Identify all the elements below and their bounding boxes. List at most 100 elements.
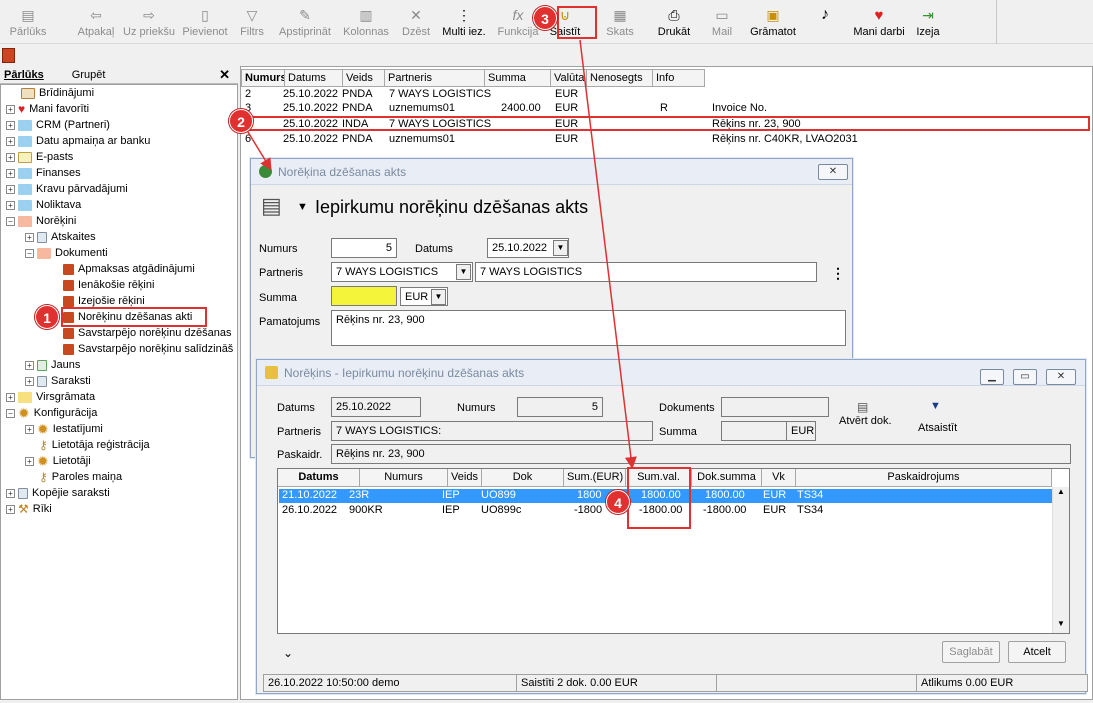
pamatojums-field[interactable]: Rēķins nr. 23, 900 xyxy=(331,310,846,346)
save-button[interactable]: Saglabāt xyxy=(942,641,1000,663)
expand-icon[interactable]: + xyxy=(25,424,34,434)
tree-item[interactable]: + Finanses xyxy=(6,165,81,181)
expand-icon[interactable]: + xyxy=(6,504,15,514)
expand-icon[interactable]: + xyxy=(25,232,34,242)
delete-button[interactable]: ✕ Dzēst xyxy=(394,0,438,44)
date-dropdown-icon[interactable]: ▼ xyxy=(553,240,568,256)
tree-item[interactable]: + ⚒ Rīki xyxy=(6,501,52,517)
col-datums[interactable]: Datums xyxy=(285,69,343,87)
chevron-down-icon[interactable]: ▼ xyxy=(297,201,308,213)
partneris-name-field[interactable]: 7 WAYS LOGISTICS xyxy=(475,262,817,282)
expand-icon[interactable]: + xyxy=(6,200,15,210)
tree-item[interactable]: Savstarpējo norēķinu dzēšanas xyxy=(63,325,231,341)
mail-button[interactable]: ▭ Mail xyxy=(702,0,742,44)
double-chevron-down-icon[interactable]: ⌄ xyxy=(283,646,293,660)
cancel-button[interactable]: Atcelt xyxy=(1008,641,1066,663)
collapse-icon[interactable]: − xyxy=(25,248,34,258)
tab-group[interactable]: Grupēt xyxy=(68,69,110,81)
vertical-scrollbar[interactable]: ▲ ▼ xyxy=(1052,487,1069,633)
maximize-button[interactable]: ▭ xyxy=(1013,369,1037,385)
summa-field[interactable] xyxy=(331,286,397,306)
col-sum-eur[interactable]: Sum.(EUR) xyxy=(564,469,626,487)
tree-item[interactable]: ⚷ Lietotāja reģistrācija xyxy=(39,437,150,453)
notifications-button[interactable]: ♪ xyxy=(804,0,846,44)
tree-item[interactable]: Brīdinājumi xyxy=(21,85,94,101)
expand-icon[interactable]: + xyxy=(25,456,34,466)
tree-item[interactable]: Apmaksas atgādinājumi xyxy=(63,261,195,277)
expand-icon[interactable]: + xyxy=(6,392,15,402)
currency-dropdown-icon[interactable]: ▼ xyxy=(431,289,446,305)
col-paskaidrojums[interactable]: Paskaidrojums xyxy=(796,469,1052,487)
tree-item[interactable]: Savstarpējo norēķinu salīdzināš xyxy=(63,341,233,357)
close-button[interactable]: ✕ xyxy=(1046,369,1076,385)
col-veids[interactable]: Veids xyxy=(448,469,482,487)
expand-icon[interactable]: + xyxy=(6,184,15,194)
col-numurs[interactable]: Numurs xyxy=(241,69,285,87)
expand-icon[interactable]: + xyxy=(6,488,15,498)
col-vk[interactable]: Vk xyxy=(762,469,796,487)
tree-item[interactable]: + E-pasts xyxy=(6,149,73,165)
expand-icon[interactable]: + xyxy=(6,136,15,146)
expand-icon[interactable]: + xyxy=(6,120,15,130)
tree-item[interactable]: + Atskaites xyxy=(25,229,96,245)
back-button[interactable]: ⇦ Atpakaļ xyxy=(72,0,120,44)
close-icon[interactable]: ✕ xyxy=(215,67,234,83)
scroll-up-icon[interactable]: ▲ xyxy=(1053,487,1069,501)
expand-icon[interactable]: + xyxy=(6,152,15,162)
tree-item[interactable]: − ✹ Konfigurācija xyxy=(6,405,97,421)
col-summa[interactable]: Summa xyxy=(485,69,551,87)
partneris-code-field[interactable]: 7 WAYS LOGISTICS xyxy=(331,262,473,282)
collapse-icon[interactable]: − xyxy=(6,408,15,418)
view-button[interactable]: ▦ Skats xyxy=(594,0,646,44)
tree-item-selected[interactable]: Norēķinu dzēšanas akti xyxy=(61,307,207,327)
unlink-button[interactable]: Atsaistīt xyxy=(918,422,957,434)
open-doc-button[interactable]: Atvērt dok. xyxy=(839,415,892,427)
table-row[interactable]: 2 25.10.2022 PNDA 7 WAYS LOGISTICS EUR xyxy=(245,88,1085,103)
col-partneris[interactable]: Partneris xyxy=(385,69,485,87)
tree-item[interactable]: + Saraksti xyxy=(25,373,91,389)
scroll-down-icon[interactable]: ▼ xyxy=(1053,619,1069,633)
tree-item[interactable]: + Datu apmaiņa ar banku xyxy=(6,133,150,149)
more-vertical-icon[interactable]: ⋮ xyxy=(831,265,845,282)
col-datums[interactable]: Datums xyxy=(278,469,360,487)
col-valuta[interactable]: Valūta xyxy=(551,69,587,87)
col-dok-summa[interactable]: Dok.summa xyxy=(692,469,762,487)
collapse-icon[interactable]: − xyxy=(6,216,15,226)
expand-icon[interactable]: + xyxy=(6,168,15,178)
tree-item[interactable]: + ✹ Lietotāji xyxy=(25,453,91,469)
forward-button[interactable]: ⇨ Uz priekšu xyxy=(120,0,178,44)
approve-button[interactable]: ✎ Apstiprināt xyxy=(272,0,338,44)
expand-icon[interactable]: + xyxy=(25,376,34,386)
exit-button[interactable]: ⇥ Izeja xyxy=(912,0,944,44)
col-dok[interactable]: Dok xyxy=(482,469,564,487)
tree-item[interactable]: − Dokumenti xyxy=(25,245,108,261)
tree-item[interactable]: + Jauns xyxy=(25,357,80,373)
expand-icon[interactable]: + xyxy=(6,104,15,114)
tree-item[interactable]: + ✹ Iestatījumi xyxy=(25,421,103,437)
tree-item[interactable]: + Kopējie saraksti xyxy=(6,485,110,501)
tree-item[interactable]: + Noliktava xyxy=(6,197,81,213)
add-button[interactable]: ▯ Pievienot xyxy=(178,0,232,44)
expand-icon[interactable]: + xyxy=(25,360,34,370)
my-tasks-button[interactable]: ♥ Mani darbi xyxy=(846,0,912,44)
print-button[interactable]: ⎙ Drukāt xyxy=(646,0,702,44)
numurs-field[interactable]: 5 xyxy=(331,238,397,258)
partner-dropdown-icon[interactable]: ▼ xyxy=(456,264,471,280)
tree-item[interactable]: + ♥ Mani favorīti xyxy=(6,101,89,117)
columns-button[interactable]: ▥ Kolonnas xyxy=(338,0,394,44)
col-veids[interactable]: Veids xyxy=(343,69,385,87)
col-info[interactable]: Info xyxy=(653,69,705,87)
filter-button[interactable]: ▽ Filtrs xyxy=(232,0,272,44)
post-button[interactable]: ▣ Grāmatot xyxy=(742,0,804,44)
tree-item[interactable]: + Kravu pārvadājumi xyxy=(6,181,128,197)
tree-item[interactable]: + Virsgrāmata xyxy=(6,389,95,405)
tree-item[interactable]: + CRM (Partneri) xyxy=(6,117,110,133)
multi-button[interactable]: ⋮ Multi iez. xyxy=(438,0,490,44)
tree-item[interactable]: − Norēķini xyxy=(6,213,76,229)
tab-browser[interactable]: Pārlūks xyxy=(0,69,48,81)
table-row[interactable]: 6 25.10.2022 PNDA uznemums01 EUR Rēķins nr. C… xyxy=(245,133,1085,148)
table-row[interactable]: 3 25.10.2022 PNDA uznemums01 2400.00 EUR R Invo… xyxy=(245,102,1085,117)
close-button[interactable]: ✕ xyxy=(818,164,848,180)
col-numurs[interactable]: Numurs xyxy=(360,469,448,487)
parluks-button[interactable]: ▤ Pārlūks xyxy=(0,0,56,44)
